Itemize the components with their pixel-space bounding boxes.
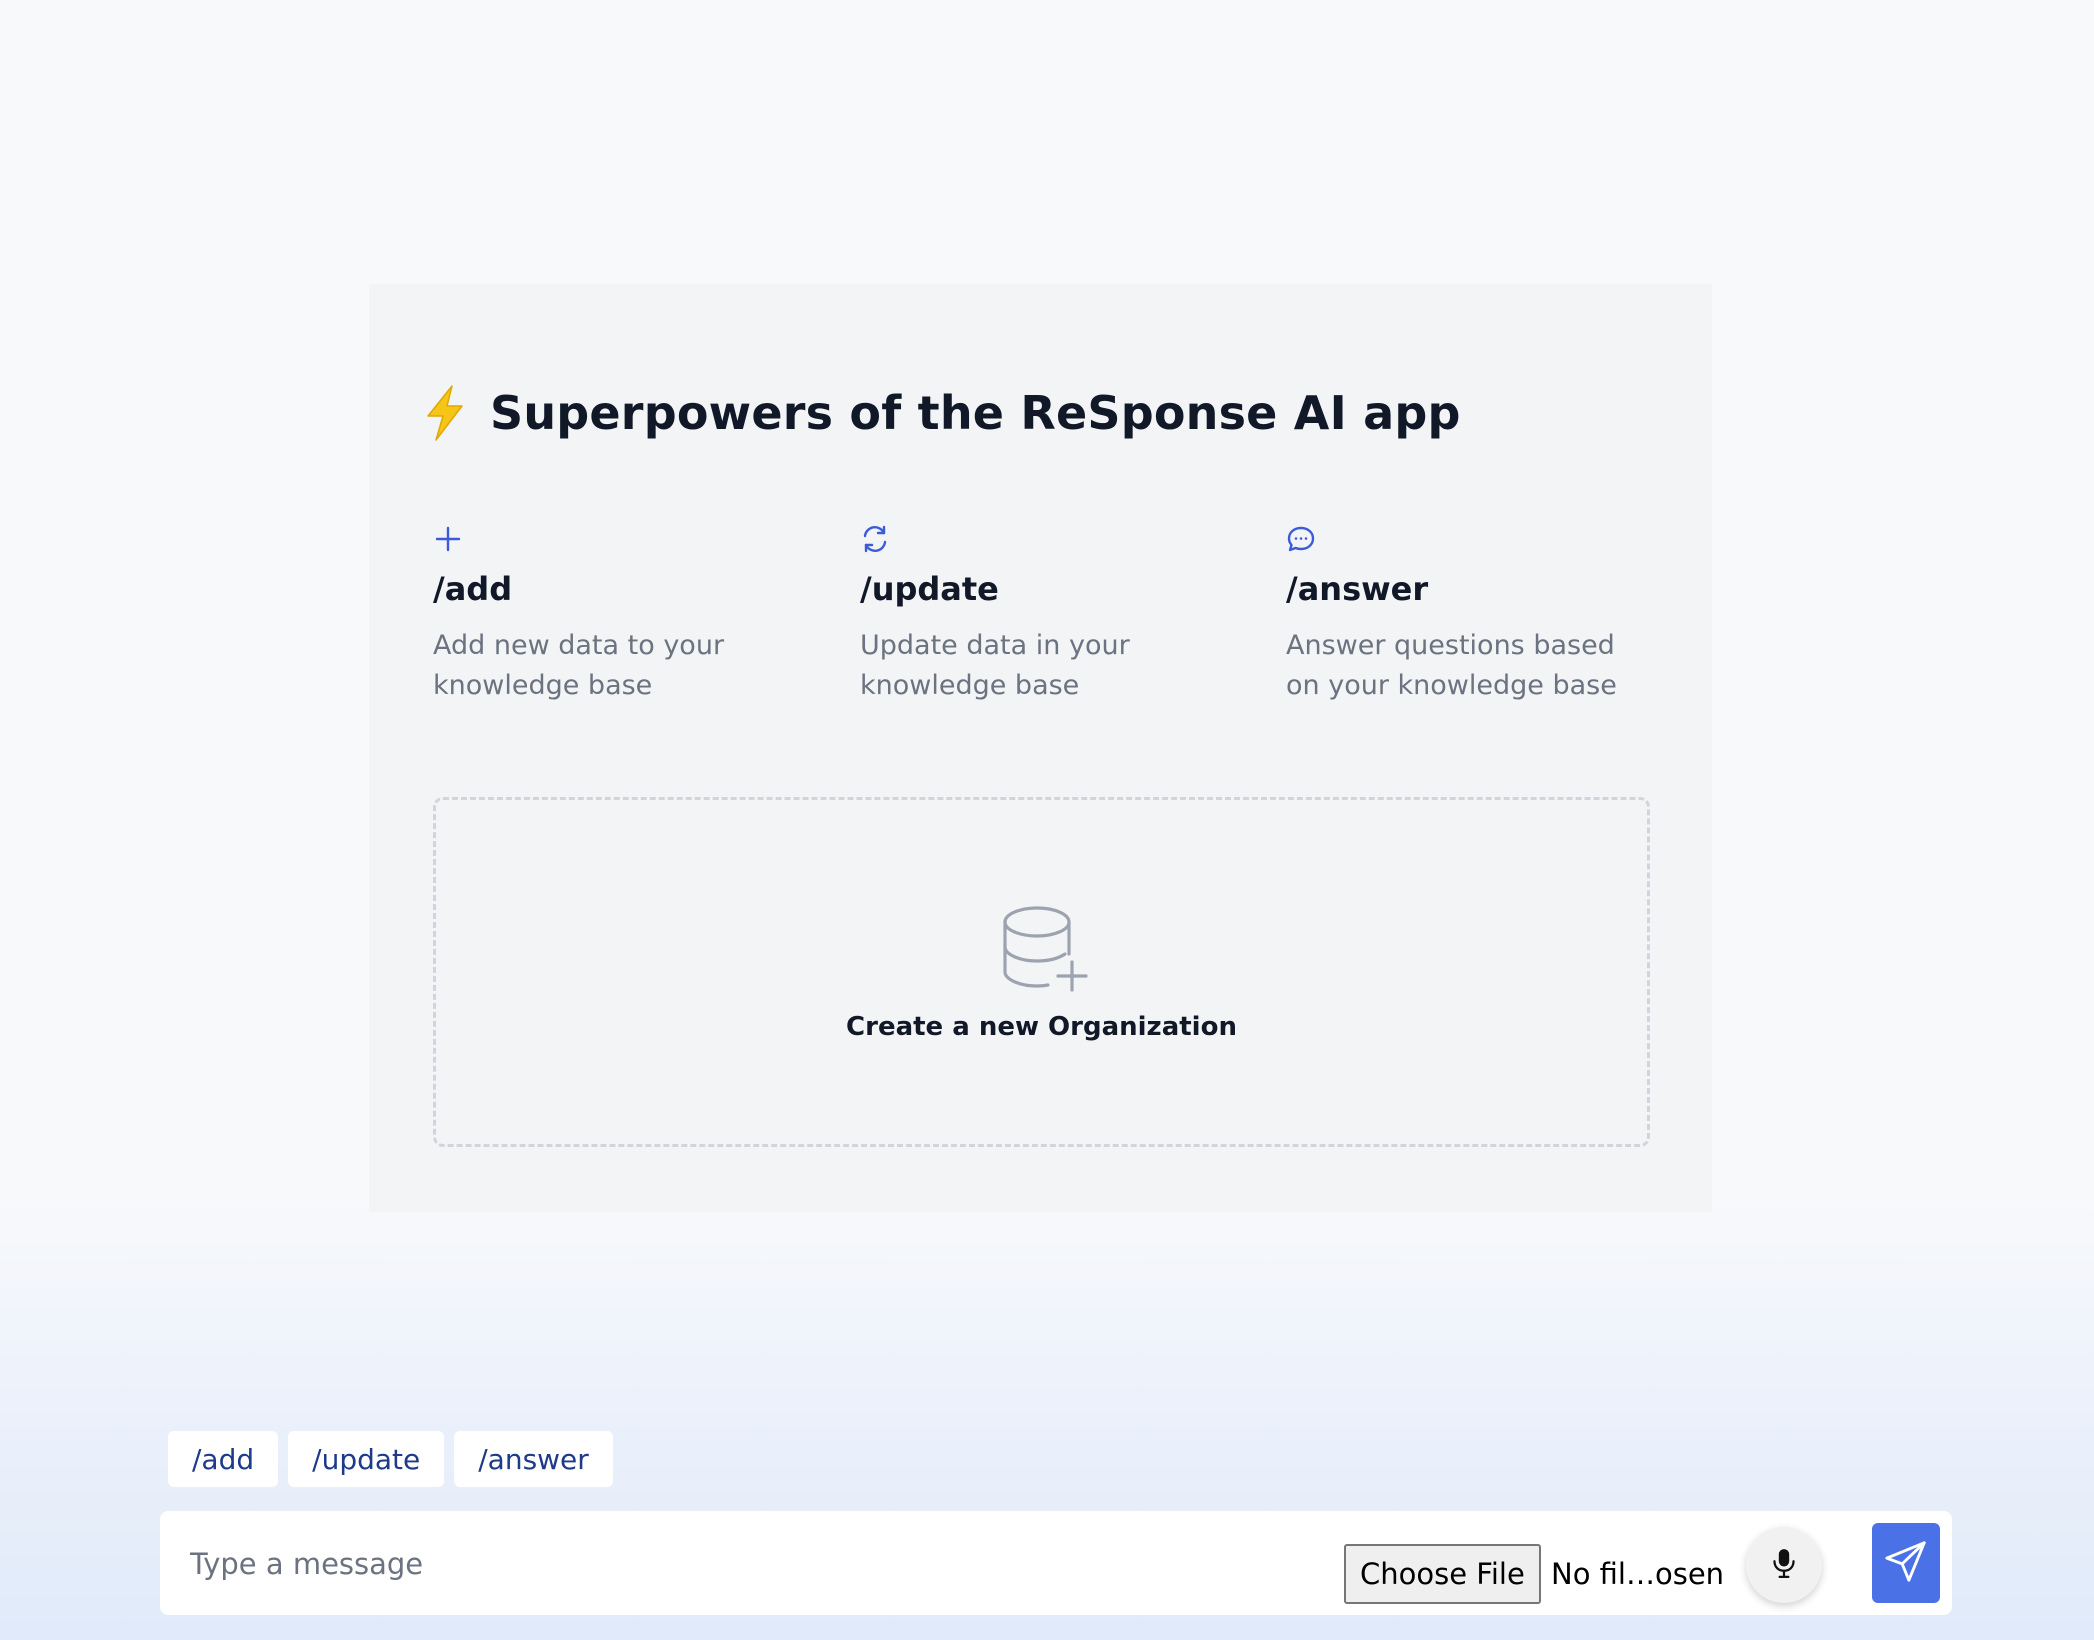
superpowers-card: Superpowers of the ReSponse AI app /add … [369, 284, 1712, 1212]
feature-answer: /answer Answer questions based on your k… [1286, 524, 1666, 706]
plus-icon [433, 524, 463, 554]
chip-add[interactable]: /add [168, 1431, 279, 1487]
file-status-text: No fil…osen [1551, 1557, 1725, 1591]
choose-file-button[interactable]: Choose File [1344, 1544, 1541, 1604]
message-composer: Choose File No fil…osen [160, 1511, 1952, 1615]
feature-add: /add Add new data to your knowledge base [433, 524, 813, 706]
create-organization-label: Create a new Organization [846, 1012, 1237, 1042]
create-organization-button[interactable]: Create a new Organization [433, 797, 1650, 1147]
microphone-button[interactable] [1746, 1527, 1822, 1603]
card-header: Superpowers of the ReSponse AI app [422, 384, 1461, 442]
feature-update-name: /update [860, 570, 999, 608]
feature-answer-name: /answer [1286, 570, 1429, 608]
feature-answer-description: Answer questions based on your knowledge… [1286, 630, 1617, 701]
card-title: Superpowers of the ReSponse AI app [490, 386, 1461, 440]
microphone-icon [1771, 1547, 1797, 1583]
lightning-bolt-icon [422, 384, 468, 442]
send-icon [1883, 1538, 1929, 1588]
feature-add-description: Add new data to your knowledge base [433, 630, 725, 701]
feature-update-description: Update data in your knowledge base [860, 630, 1130, 701]
feature-update: /update Update data in your knowledge ba… [860, 524, 1240, 706]
chat-bubble-icon [1286, 524, 1316, 554]
database-add-icon [1003, 906, 1089, 992]
chip-update[interactable]: /update [288, 1431, 445, 1487]
message-input[interactable] [188, 1533, 1192, 1595]
feature-add-name: /add [433, 570, 513, 608]
command-chips: /add /update /answer [168, 1431, 613, 1487]
chip-answer[interactable]: /answer [454, 1431, 613, 1487]
refresh-icon [860, 524, 890, 554]
send-button[interactable] [1872, 1523, 1940, 1603]
